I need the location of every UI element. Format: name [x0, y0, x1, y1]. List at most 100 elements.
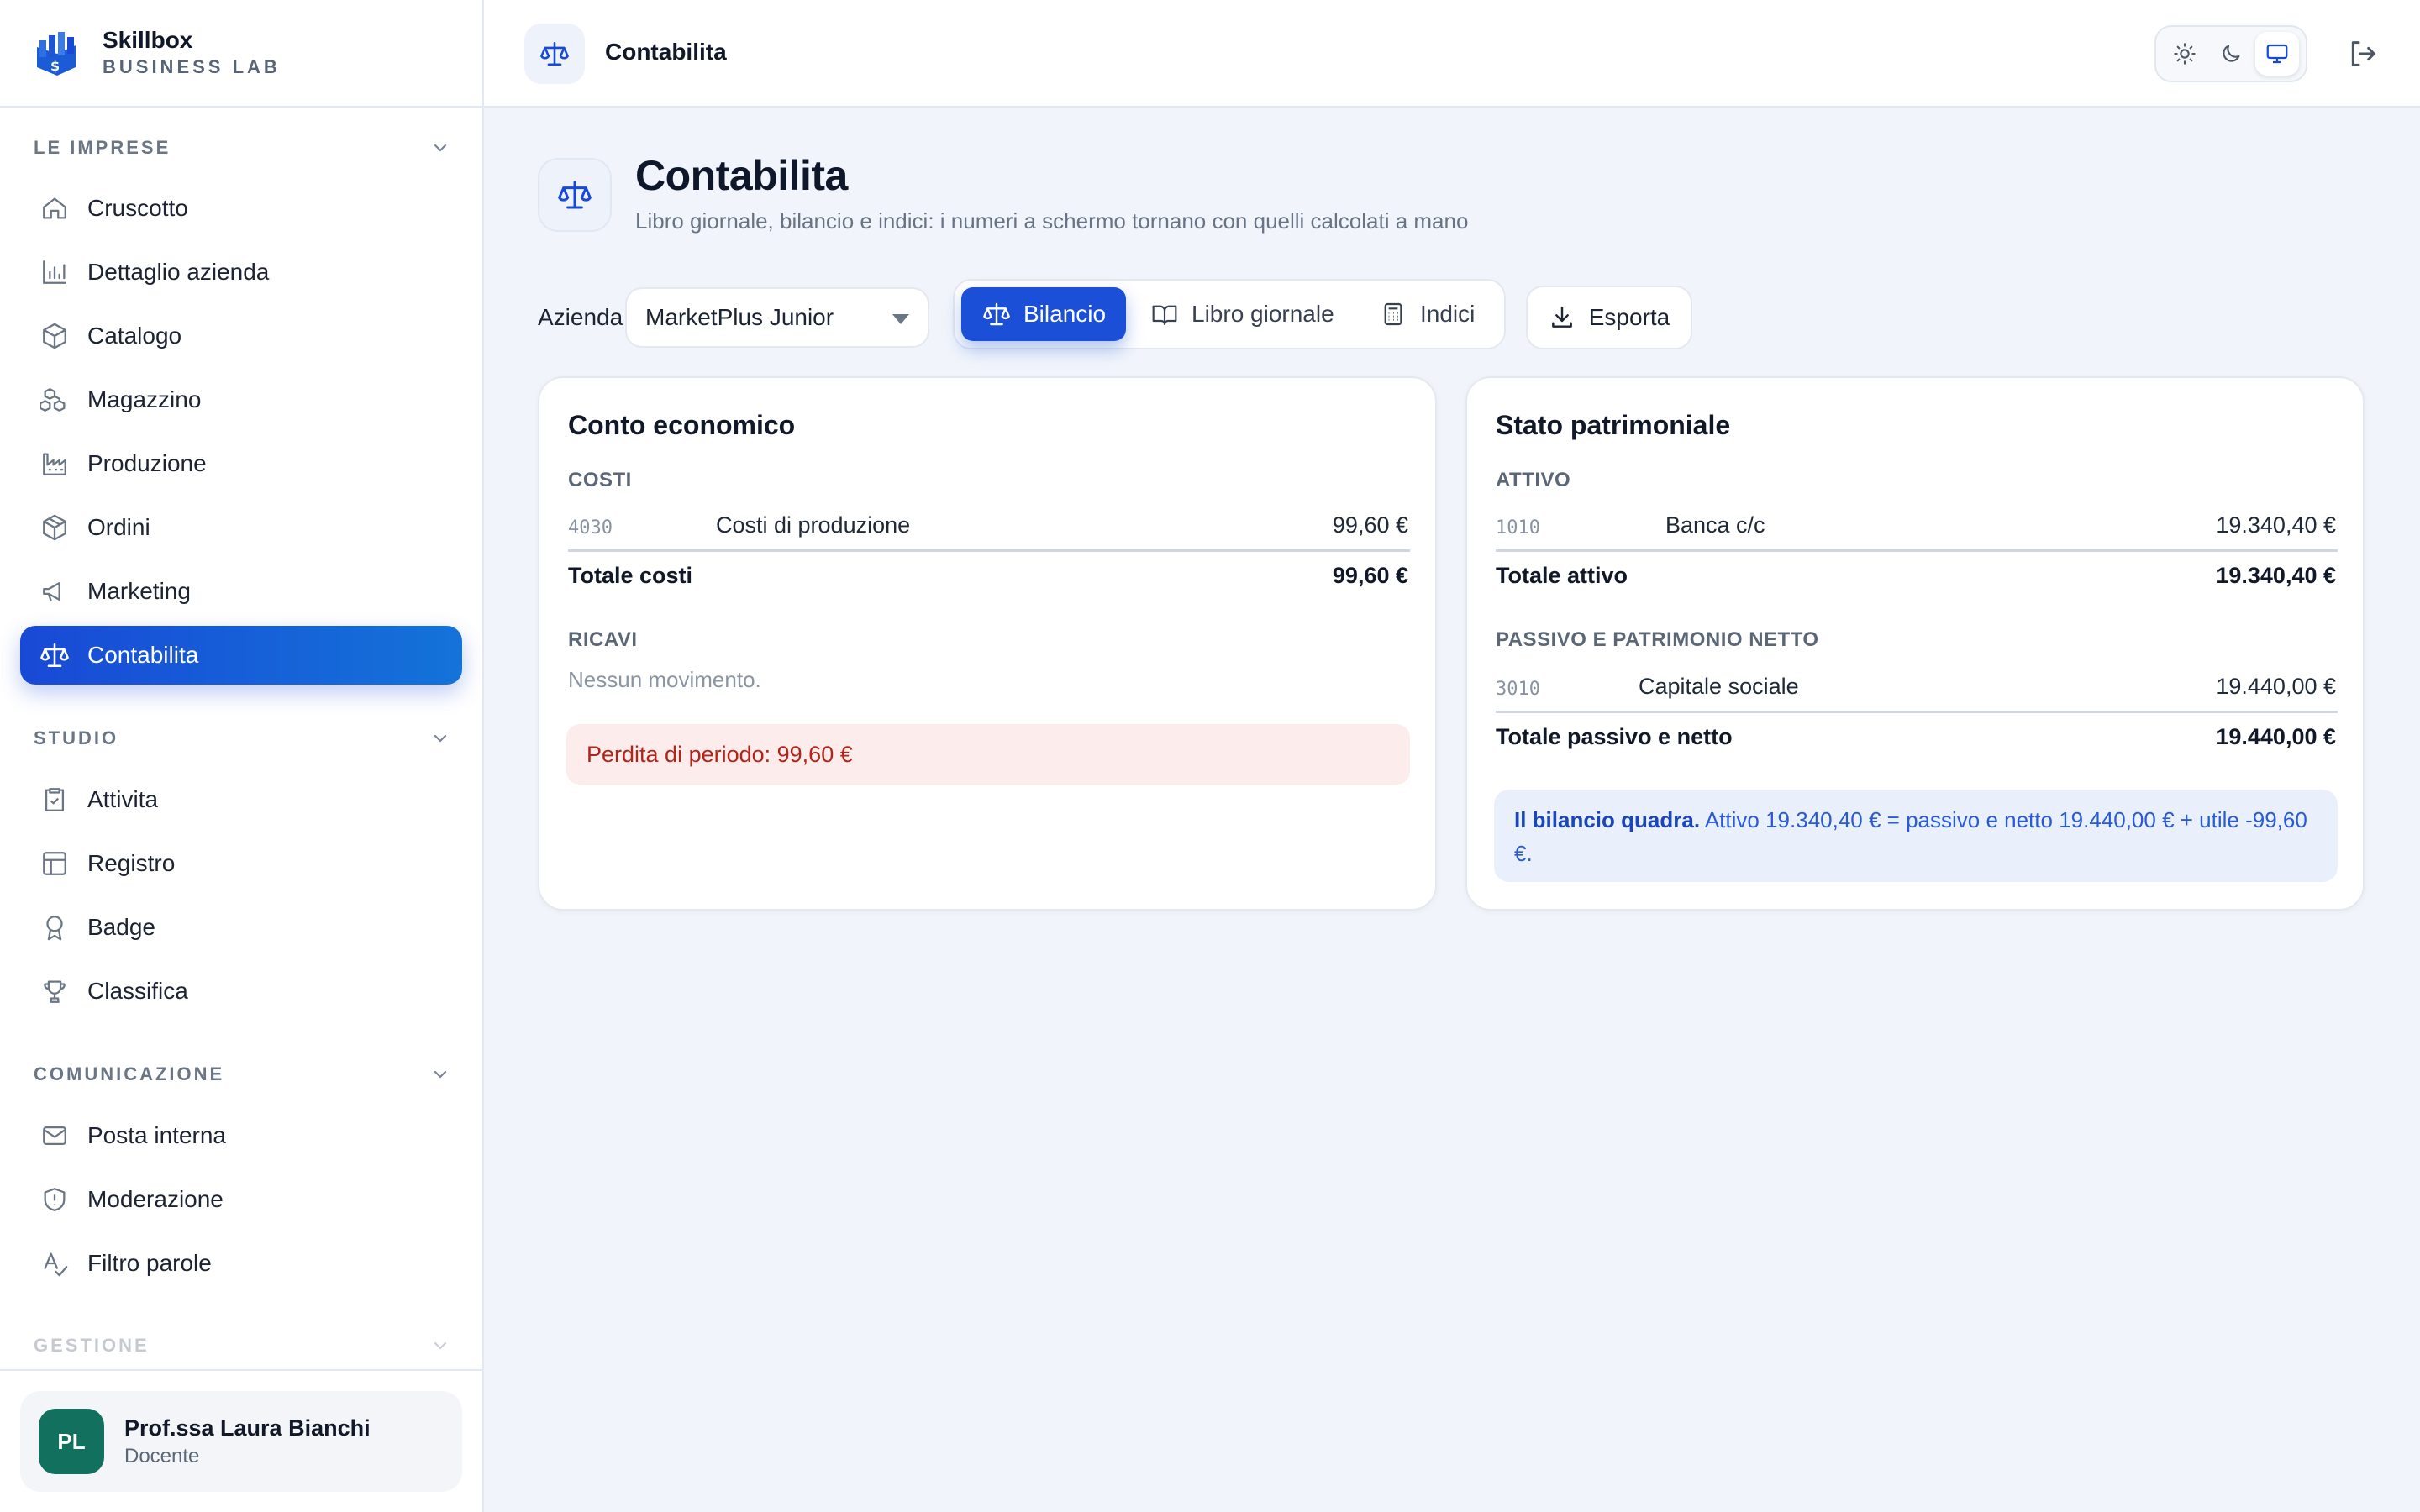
sidebar-item-ordini[interactable]: Ordini: [20, 498, 462, 557]
total-label: Totale costi: [568, 563, 693, 588]
tab-indici[interactable]: Indici: [1380, 287, 1497, 341]
sidebar-item-posta-interna[interactable]: Posta interna: [20, 1106, 462, 1165]
section-header-comunicazione[interactable]: COMUNICAZIONE: [34, 1062, 450, 1087]
costs-label: COSTI: [568, 469, 632, 491]
sidebar-item-label: Moderazione: [87, 1186, 224, 1212]
megaphone-icon: [43, 581, 60, 601]
scale-icon: [40, 643, 69, 668]
liabilities-label: PASSIVO E PATRIMONIO NETTO: [1496, 628, 1819, 651]
balance-check-note: Il bilancio quadra. Attivo 19.340,40 € =…: [1494, 790, 2338, 882]
section-header-studio[interactable]: STUDIO: [34, 726, 450, 751]
section-header-gestione[interactable]: GESTIONE: [34, 1333, 450, 1358]
total-label: Totale attivo: [1496, 563, 1628, 588]
divider: [0, 1369, 484, 1371]
revenues-label: RICAVI: [568, 628, 638, 651]
user-name: Prof.ssa Laura Bianchi: [124, 1415, 371, 1441]
chevron-down-icon: [434, 1070, 447, 1079]
home-icon: [43, 197, 66, 219]
theme-dark-button[interactable]: [2209, 32, 2253, 76]
sidebar-item-catalogo[interactable]: Catalogo: [20, 307, 462, 365]
calculator-icon: [1384, 302, 1402, 326]
page-title: Contabilita: [635, 152, 848, 199]
sidebar-item-classifica[interactable]: Classifica: [20, 962, 462, 1021]
package-icon: [43, 514, 66, 541]
period-result-alert: Perdita di periodo: 99,60 €: [566, 724, 1410, 785]
scale-icon: [558, 181, 592, 209]
boxes-icon: [40, 388, 66, 412]
account-amount: 19.440,00 €: [2216, 674, 2336, 699]
brand-subtitle: BUSINESS LAB: [103, 56, 281, 77]
total-amount: 99,60 €: [1332, 563, 1408, 588]
trophy-icon: [44, 980, 66, 1003]
sidebar: $ Skillbox BUSINESS LAB LE IMPRESE Crusc…: [0, 0, 484, 1512]
assets-total-row: Totale attivo 19.340,40 €: [1496, 563, 2336, 589]
tab-bilancio[interactable]: Bilancio: [961, 287, 1126, 341]
user-card[interactable]: PL Prof.ssa Laura Bianchi Docente: [20, 1391, 462, 1492]
monitor-icon: [2266, 44, 2288, 64]
tab-libro-giornale[interactable]: Libro giornale: [1151, 287, 1353, 341]
caret-down-icon: [892, 314, 909, 324]
sidebar-item-label: Marketing: [87, 578, 191, 604]
company-select-value: MarketPlus Junior: [645, 304, 834, 330]
brand-logo-icon: $: [37, 32, 76, 76]
sidebar-item-label: Posta interna: [87, 1122, 226, 1148]
theme-system-button[interactable]: [2255, 32, 2300, 76]
sidebar-item-badge[interactable]: Badge: [20, 898, 462, 957]
export-label: Esporta: [1588, 304, 1670, 330]
page-header-icon: [538, 158, 612, 232]
sidebar-item-attivita[interactable]: Attivita: [20, 770, 462, 829]
sun-icon: [2173, 43, 2196, 65]
bar-chart-icon: [43, 260, 66, 284]
card-title: Conto economico: [568, 410, 796, 440]
account-amount: 99,60 €: [1332, 512, 1408, 538]
table-row: 1010 Banca c/c 19.340,40 €: [1496, 512, 2336, 546]
tab-label: Bilancio: [1023, 301, 1107, 327]
card-title: Stato patrimoniale: [1496, 410, 1731, 440]
topbar-page-icon: [524, 24, 585, 84]
divider: [1496, 711, 2338, 713]
sidebar-item-label: Ordini: [87, 514, 150, 540]
account-name: Capitale sociale: [1639, 674, 1799, 699]
section-title: STUDIO: [34, 727, 119, 748]
sidebar-item-produzione[interactable]: Produzione: [20, 434, 462, 493]
sidebar-item-label: Cruscotto: [87, 195, 188, 221]
sidebar-item-label: Badge: [87, 914, 155, 940]
section-header-le-imprese[interactable]: LE IMPRESE: [34, 135, 450, 160]
mail-icon: [43, 1126, 66, 1146]
account-code: 1010: [1496, 517, 1540, 538]
balance-check-strong: Il bilancio quadra.: [1514, 807, 1701, 832]
moon-icon: [2223, 45, 2240, 62]
factory-icon: [43, 453, 66, 475]
avatar: PL: [39, 1409, 104, 1474]
tab-label: Indici: [1420, 301, 1476, 327]
download-icon: [1551, 306, 1572, 328]
sidebar-item-cruscotto[interactable]: Cruscotto: [20, 179, 462, 238]
sidebar-item-dettaglio-azienda[interactable]: Dettaglio azienda: [20, 243, 462, 302]
company-select[interactable]: MarketPlus Junior: [625, 287, 929, 348]
page-subtitle: Libro giornale, bilancio e indici: i num…: [635, 208, 1469, 234]
sidebar-item-label: Catalogo: [87, 323, 182, 349]
sidebar-item-magazzino[interactable]: Magazzino: [20, 370, 462, 429]
sidebar-item-contabilita[interactable]: Contabilita: [20, 626, 462, 685]
award-icon: [46, 916, 63, 941]
section-title: LE IMPRESE: [34, 137, 171, 158]
brand-name: Skillbox: [103, 27, 193, 53]
user-role: Docente: [124, 1445, 200, 1467]
sidebar-item-moderazione[interactable]: Moderazione: [20, 1170, 462, 1229]
logout-icon[interactable]: [2346, 37, 2380, 71]
table-icon: [43, 852, 66, 875]
export-button[interactable]: Esporta: [1526, 286, 1692, 349]
view-tabs: Bilancio Libro giornale Indici: [953, 279, 1506, 349]
scale-icon: [983, 302, 1010, 326]
topbar-title: Contabilita: [605, 39, 727, 65]
brand[interactable]: $ Skillbox BUSINESS LAB: [0, 0, 482, 108]
shield-icon: [44, 1188, 66, 1211]
sidebar-item-filtro-parole[interactable]: Filtro parole: [20, 1234, 462, 1293]
sidebar-item-marketing[interactable]: Marketing: [20, 562, 462, 621]
income-statement-card: Conto economico COSTI 4030 Costi di prod…: [538, 376, 1437, 911]
sidebar-item-registro[interactable]: Registro: [20, 834, 462, 893]
book-open-icon: [1152, 305, 1177, 326]
account-name: Banca c/c: [1665, 512, 1765, 538]
sidebar-item-label: Dettaglio azienda: [87, 259, 270, 285]
theme-light-button[interactable]: [2163, 32, 2207, 76]
